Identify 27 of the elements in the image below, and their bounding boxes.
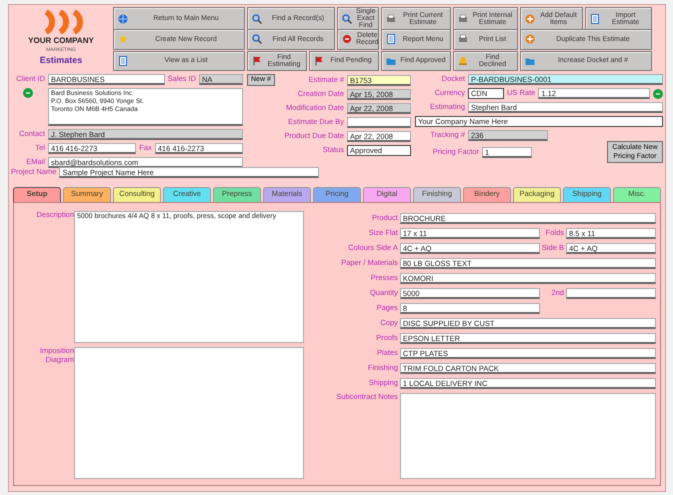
go-button-icon[interactable] bbox=[23, 88, 33, 98]
go-button-icon[interactable] bbox=[653, 88, 663, 98]
globe-icon bbox=[118, 14, 128, 24]
document-icon bbox=[118, 56, 128, 66]
module-title: Estimates bbox=[40, 55, 82, 66]
company-name: YOUR COMPANY bbox=[28, 36, 94, 46]
plus-icon bbox=[525, 14, 535, 24]
search-icon bbox=[252, 14, 262, 24]
printer-icon bbox=[386, 14, 396, 24]
printer-icon bbox=[458, 34, 468, 44]
minus-icon bbox=[342, 34, 352, 44]
document-icon bbox=[386, 34, 396, 44]
search-icon bbox=[342, 14, 352, 24]
text-field[interactable] bbox=[347, 117, 411, 128]
imposition-diagram-area[interactable] bbox=[74, 347, 304, 479]
flag-icon bbox=[314, 56, 324, 66]
flag-icon bbox=[252, 56, 262, 66]
search-icon bbox=[252, 34, 262, 44]
notes-field[interactable] bbox=[400, 393, 656, 479]
folder-icon bbox=[386, 56, 396, 66]
plus-icon bbox=[525, 34, 535, 44]
star-icon bbox=[118, 34, 128, 44]
printer-icon bbox=[458, 14, 468, 24]
text-field[interactable] bbox=[566, 288, 656, 299]
folder-icon bbox=[525, 56, 535, 66]
document-icon bbox=[590, 14, 600, 24]
bell-icon bbox=[458, 56, 468, 66]
